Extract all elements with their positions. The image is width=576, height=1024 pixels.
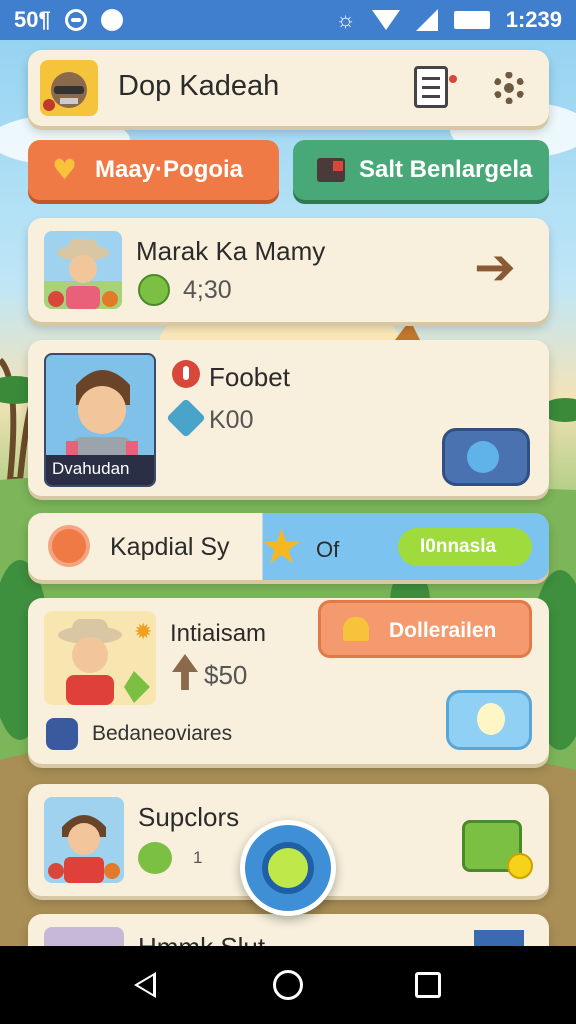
signal-icon — [415, 9, 438, 31]
shield-button[interactable] — [442, 428, 530, 486]
player-avatar[interactable] — [40, 60, 98, 116]
alarm-icon: ☼ — [335, 7, 356, 32]
character-card-intiaisam[interactable]: ✹ Intiaisam $50 Dollerailen Bedaneoviare… — [28, 598, 549, 764]
gem-icon — [166, 398, 206, 438]
character-value: 4;30 — [183, 276, 232, 304]
recent-apps-icon[interactable] — [415, 972, 441, 998]
shield-icon — [467, 441, 499, 473]
home-icon[interactable] — [273, 970, 303, 1000]
header-title: Dop Kadeah — [118, 70, 280, 102]
event-middle-text: Of — [316, 537, 340, 562]
event-badge-label: I0nnasla — [420, 536, 497, 557]
target-icon — [262, 842, 314, 894]
tab-label: Salt Benlargela — [359, 156, 533, 183]
status-left-text: 50¶ — [14, 7, 51, 32]
gear-icon[interactable] — [493, 72, 525, 104]
star-icon: ★ — [260, 519, 304, 575]
notification-icon — [64, 9, 87, 31]
battery-icon — [453, 11, 490, 29]
badge-icon — [48, 525, 90, 567]
tab-label: Maay·Pogoia — [95, 156, 244, 183]
character-avatar — [44, 231, 122, 309]
mushroom-icon — [172, 654, 198, 690]
footer-text: Bedaneoviares — [92, 722, 233, 745]
apple-icon — [138, 274, 170, 306]
character-avatar: ✹ — [44, 611, 156, 705]
character-name: Marak Ka Mamy — [136, 236, 326, 266]
character-avatar — [44, 797, 124, 883]
gift-box-icon[interactable] — [462, 820, 533, 879]
character-name: Foobet — [209, 362, 290, 392]
status-bar: 50¶ ☼ 1:239 — [0, 0, 576, 40]
tab-salt-benlargela[interactable]: Salt Benlargela — [293, 140, 549, 200]
hint-button[interactable] — [446, 690, 532, 750]
svg-text:✹: ✹ — [134, 620, 152, 645]
character-card-marak[interactable]: Marak Ka Mamy 4;30 ➔ — [28, 218, 549, 322]
event-badge-button[interactable]: I0nnasla — [398, 528, 532, 566]
clipboard-icon[interactable] — [414, 66, 457, 108]
flag-icon — [317, 158, 345, 182]
pin-icon — [172, 360, 200, 388]
character-avatar: Dvahudan — [44, 353, 156, 487]
character-name: Intiaisam — [170, 620, 267, 647]
lightbulb-icon — [477, 703, 505, 735]
home-badge-icon — [46, 718, 78, 750]
floating-action-button[interactable] — [240, 820, 336, 916]
avatar-caption: Dvahudan — [52, 459, 130, 478]
download-icon — [100, 9, 123, 31]
dollerailen-label: Dollerailen — [389, 619, 497, 642]
character-card-foobet[interactable]: Dvahudan Foobet K00 — [28, 340, 549, 496]
character-value: 1 — [193, 848, 203, 867]
heart-icon: ♥ — [52, 153, 78, 186]
character-value: K00 — [209, 406, 254, 434]
wifi-icon — [371, 10, 400, 30]
character-value: $50 — [204, 660, 248, 690]
event-title: Kapdial Sy — [110, 533, 230, 561]
bell-icon — [343, 617, 369, 641]
header-card: Dop Kadeah — [28, 50, 549, 126]
event-banner-kapdial[interactable]: Kapdial Sy ★ Of I0nnasla — [28, 513, 549, 580]
status-time: 1:239 — [505, 7, 562, 32]
arrow-right-icon[interactable]: ➔ — [474, 242, 516, 292]
character-name: Supclors — [138, 802, 240, 832]
dollerailen-button[interactable]: Dollerailen — [318, 600, 532, 658]
back-icon[interactable] — [134, 972, 156, 998]
clover-icon — [138, 842, 172, 874]
tab-maay-pogoia[interactable]: ♥ Maay·Pogoia — [28, 140, 279, 200]
